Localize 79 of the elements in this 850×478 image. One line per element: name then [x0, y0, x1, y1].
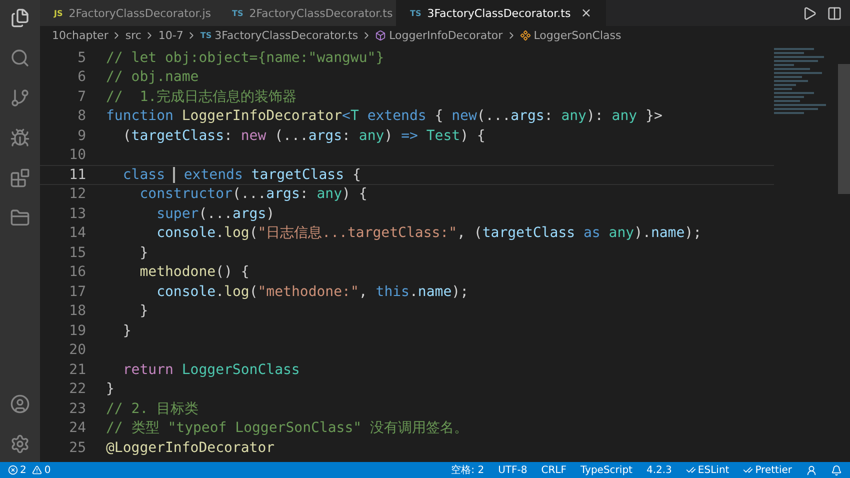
code-line: console.log("methodone:", this.name); [156, 284, 468, 300]
line-number: 19 [68, 322, 87, 339]
status-item[interactable]: 空格: 2 [451, 463, 484, 477]
line-number: 11 [68, 166, 87, 183]
code-line: (targetClass: new (...args: any) => Test) { [122, 128, 486, 144]
scrollbar-thumb[interactable] [838, 64, 850, 194]
code-line: console.log("日志信息...targetClass:", (targetClass as any).name); [156, 224, 702, 242]
line-number: 20 [68, 342, 87, 358]
person-icon[interactable] [806, 464, 817, 476]
text-cursor [173, 166, 176, 183]
status-item[interactable]: TypeScript [580, 464, 632, 476]
status-item[interactable]: 4.2.3 [646, 464, 672, 476]
code-line: super(...args) [156, 206, 275, 222]
files-icon[interactable] [10, 8, 30, 28]
code-line: // obj.name [106, 69, 199, 86]
problems-indicator[interactable]: 2 0 [8, 464, 51, 476]
breadcrumb-item[interactable]: 10chapter [52, 28, 108, 42]
breadcrumb-item[interactable]: 3FactoryClassDecorator.ts [214, 28, 358, 42]
run-icon[interactable] [802, 6, 817, 20]
breadcrumb-item[interactable]: LoggerSonClass [534, 28, 622, 42]
double-check-icon [686, 465, 696, 475]
line-number: 13 [68, 206, 87, 222]
line-number: 21 [68, 362, 87, 378]
code-line: class extends targetClass { [122, 166, 361, 183]
status-item[interactable]: ESLint [698, 464, 730, 476]
search-icon[interactable] [10, 48, 30, 68]
line-number: 6 [76, 69, 87, 86]
line-number: 17 [68, 284, 87, 300]
line-number: 8 [76, 108, 87, 124]
code-line: // 1.完成日志信息的装饰器 [106, 88, 297, 106]
code-line: // 2. 目标类 [106, 400, 199, 418]
folder-icon[interactable] [10, 208, 30, 228]
status-item[interactable]: UTF-8 [498, 464, 528, 476]
bug-icon[interactable] [10, 128, 30, 148]
bell-icon[interactable] [831, 464, 842, 476]
line-number: 7 [76, 88, 87, 105]
error-icon [8, 465, 18, 475]
code-line: } [122, 322, 132, 339]
code-line: } [138, 303, 148, 320]
breadcrumb-item[interactable]: LoggerInfoDecorator [389, 28, 503, 42]
line-number: 14 [68, 225, 87, 242]
line-number: 16 [68, 264, 87, 280]
branch-icon[interactable] [10, 88, 30, 108]
line-number: 10 [68, 147, 87, 164]
line-number: 5 [76, 50, 87, 66]
settings-icon[interactable] [10, 434, 30, 454]
line-number: 12 [68, 186, 87, 202]
line-number: 23 [68, 400, 87, 417]
class-icon [520, 30, 531, 40]
split-editor-icon[interactable] [827, 6, 842, 20]
code-line: function LoggerInfoDecorator<T extends { new(...args: any): any }> [106, 108, 662, 124]
status-item[interactable]: Prettier [755, 464, 792, 476]
code-line: return LoggerSonClass [122, 362, 300, 378]
code-line: } [106, 381, 114, 398]
breadcrumb-item[interactable]: src [125, 28, 142, 42]
account-icon[interactable] [10, 394, 30, 414]
code-line: // 类型 "typeof LoggerSonClass" 没有调用签名。 [106, 419, 468, 438]
editor-tab[interactable]: TS 2FactoryClassDecorator.ts [218, 0, 396, 26]
line-number: 25 [68, 440, 87, 456]
warning-icon [32, 465, 42, 475]
editor-tab[interactable]: JS 2FactoryClassDecorator.js [40, 0, 218, 26]
line-number: 24 [68, 420, 87, 436]
code-line: } [138, 244, 148, 261]
code-line: constructor(...args: any) { [138, 186, 368, 202]
extensions-icon[interactable] [10, 168, 30, 188]
double-check-icon [743, 465, 754, 475]
line-number: 18 [68, 303, 87, 320]
line-number: 22 [68, 381, 87, 398]
editor-tab[interactable]: TS 3FactoryClassDecorator.ts × [396, 0, 606, 26]
line-number: 9 [76, 128, 87, 144]
breadcrumb-item[interactable]: 10-7 [158, 28, 184, 42]
status-item[interactable]: CRLF [541, 464, 566, 476]
code-line: methodone() { [138, 264, 250, 280]
code-line: // let obj:object={name:"wangwu"} [106, 50, 384, 66]
cube-icon [375, 30, 386, 40]
file-type-label: TS [200, 30, 212, 40]
code-line: @LoggerInfoDecorator [106, 440, 275, 456]
line-number: 15 [68, 244, 87, 261]
close-icon[interactable]: × [580, 6, 592, 20]
